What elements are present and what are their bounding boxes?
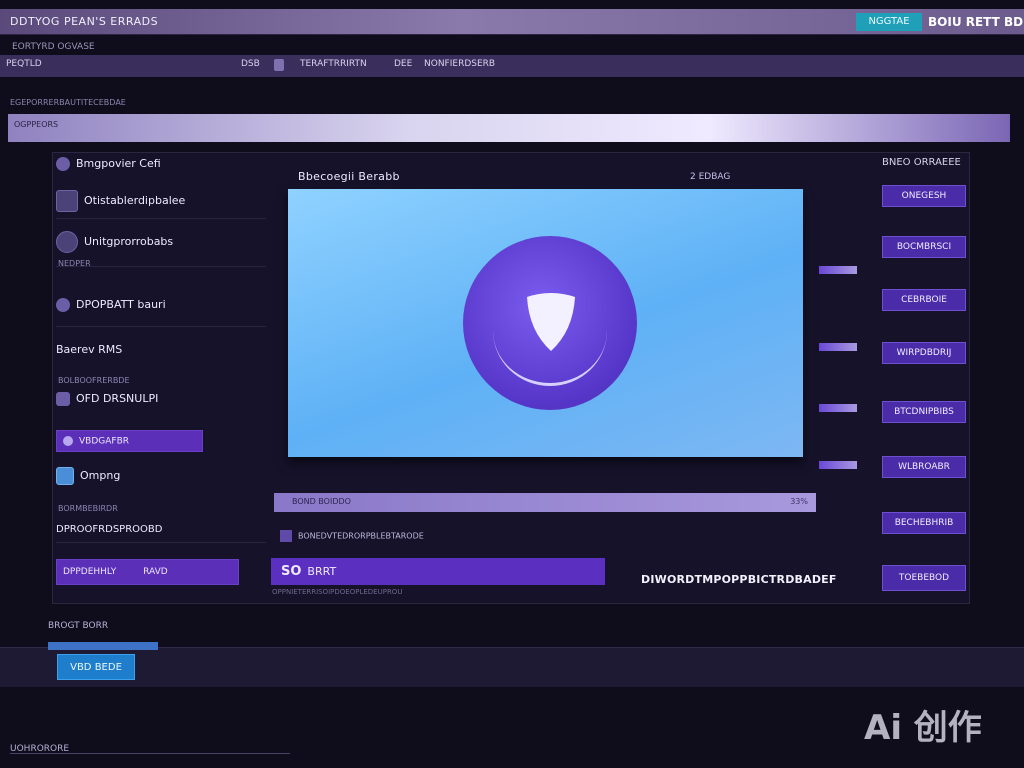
sidebar-item-label: DPOPBATT bauri — [76, 298, 166, 311]
side-indicator-bar — [819, 461, 857, 469]
window-title: DDTYOG PEAN'S ERRADS — [10, 15, 159, 28]
sidebar-item-2[interactable]: Otistablerdipbalee — [56, 190, 185, 212]
status-subtext: OPPNIETERRISOIPDOEOPLEDEUPROU — [272, 588, 403, 596]
right-button-6[interactable]: WLBROABR — [882, 456, 966, 478]
right-button-5[interactable]: BTCDNIPBIBS — [882, 401, 966, 423]
side-indicator-bar — [819, 343, 857, 351]
menu-bar: PEQTLD DSB TERAFTRRIRTN DEE NONFIERDSERB — [0, 55, 1024, 77]
file-label: BONEDVTEDRORPBLEBTARODE — [298, 531, 424, 541]
right-button-3[interactable]: CEBRBOIE — [882, 289, 966, 311]
user-icon — [63, 436, 73, 446]
side-indicator-bar — [819, 266, 857, 274]
footer-label: BROGT BORR — [48, 621, 109, 631]
sidebar-item-label: OFD DRSNULPI — [76, 392, 159, 405]
right-button-2[interactable]: BOCMBRSCI — [882, 236, 966, 258]
sidebar-caption: BOLBOOFRERBDE — [58, 376, 130, 385]
sidebar-divider — [56, 218, 266, 219]
header-strip-label: OGPPEORS — [14, 120, 59, 129]
watermark: Ai 创作 — [864, 708, 982, 748]
brand-label: BOIU RETT BD — [928, 15, 1024, 29]
menu-item-4[interactable]: DEE — [394, 59, 412, 69]
shield-icon — [527, 293, 575, 351]
action-label: BRRT — [307, 565, 337, 578]
sidebar-item-4[interactable]: DPOPBATT bauri — [56, 298, 166, 312]
menu-item-1[interactable]: PEQTLD — [6, 59, 42, 69]
sidebar-item-label: Ompng — [80, 469, 121, 482]
menu-toggle-icon[interactable] — [274, 59, 284, 71]
file-row[interactable]: BONEDVTEDRORPBLEBTARODE — [280, 530, 424, 542]
menu-item-3[interactable]: TERAFTRRIRTN — [300, 59, 367, 69]
sidebar-item-8[interactable]: DPROOFRDSPROOBD — [56, 524, 162, 535]
panel-meta: 2 EDBAG — [690, 172, 731, 182]
side-indicator-bar — [819, 404, 857, 412]
file-icon — [280, 530, 292, 542]
sidebar-item-5[interactable]: Baerev RMS — [56, 343, 122, 356]
window-subtitle: EORTYRD OGVASE — [12, 42, 95, 52]
menu-item-2[interactable]: DSB — [241, 59, 260, 69]
sidebar-divider — [56, 266, 266, 267]
right-button-8[interactable]: TOEBEBOD — [882, 565, 966, 591]
monitor-icon — [56, 467, 74, 485]
action-bar[interactable]: SO BRRT — [271, 558, 605, 585]
sidebar-item-7[interactable]: Ompng — [56, 467, 120, 485]
breadcrumb: EGEPORRERBAUTITECEBDAE — [10, 98, 126, 107]
sidebar-item-label: Otistablerdipbalee — [84, 194, 186, 207]
sidebar-item-label: Bmgpovier Cefi — [76, 157, 161, 170]
lock-icon — [56, 298, 70, 312]
title-bar: DDTYOG PEAN'S ERRADS NGGTAE BOIU RETT BD — [0, 9, 1024, 35]
cloud-icon — [56, 231, 78, 253]
sidebar-item-label: Unitgprorrobabs — [84, 235, 174, 248]
progress-bar: BOND BOIDDO 33% — [274, 493, 816, 512]
right-button-4[interactable]: WIRPDBDRIJ — [882, 342, 966, 364]
shield-icon — [56, 392, 70, 406]
action-prefix: SO — [281, 564, 302, 579]
sidebar-action-button[interactable]: DPPDEHHLY RAVD — [56, 559, 239, 585]
sidebar-item-6[interactable]: OFD DRSNULPI — [56, 392, 158, 406]
profile-icon — [56, 157, 70, 171]
sidebar-item-label: Baerev RMS — [56, 343, 123, 356]
status-text: DIWORDTMPOPPBICTRDBADEF — [641, 573, 837, 586]
sidebar-action-right: RAVD — [143, 567, 168, 577]
footer-button[interactable]: VBD BEDE — [57, 654, 135, 680]
footer-indicator — [48, 642, 158, 650]
footer-bar — [0, 647, 1024, 687]
sidebar-item-label: VBDGAFBR — [79, 436, 129, 447]
folder-icon — [56, 190, 78, 212]
right-panel-title: BNEO ORRAEEE — [882, 157, 961, 168]
sidebar-divider — [56, 542, 266, 543]
progress-percent: 33% — [790, 497, 808, 506]
sidebar-item-label: DPROOFRDSPROOBD — [56, 524, 163, 535]
status-badge[interactable]: NGGTAE — [856, 13, 922, 31]
progress-label: BOND BOIDDO — [292, 497, 351, 506]
preview-image — [288, 189, 803, 457]
right-button-7[interactable]: BECHEBHRIB — [882, 512, 966, 534]
sidebar-item-1[interactable]: Bmgpovier Cefi — [56, 157, 161, 171]
header-strip: OGPPEORS — [8, 114, 1010, 142]
sidebar-action-left: DPPDEHHLY — [63, 567, 117, 577]
sidebar-selected-item[interactable]: VBDGAFBR — [56, 430, 203, 452]
menu-item-5[interactable]: NONFIERDSERB — [424, 59, 495, 69]
sidebar-divider — [56, 326, 266, 327]
panel-title: Bbecoegii Berabb — [298, 170, 400, 183]
right-button-1[interactable]: ONEGESH — [882, 185, 966, 207]
logo-disc — [463, 236, 637, 410]
bottom-divider — [10, 753, 290, 754]
sidebar-item-3[interactable]: Unitgprorrobabs — [56, 231, 173, 253]
sidebar-caption: BORMBEBIRDR — [58, 504, 118, 513]
